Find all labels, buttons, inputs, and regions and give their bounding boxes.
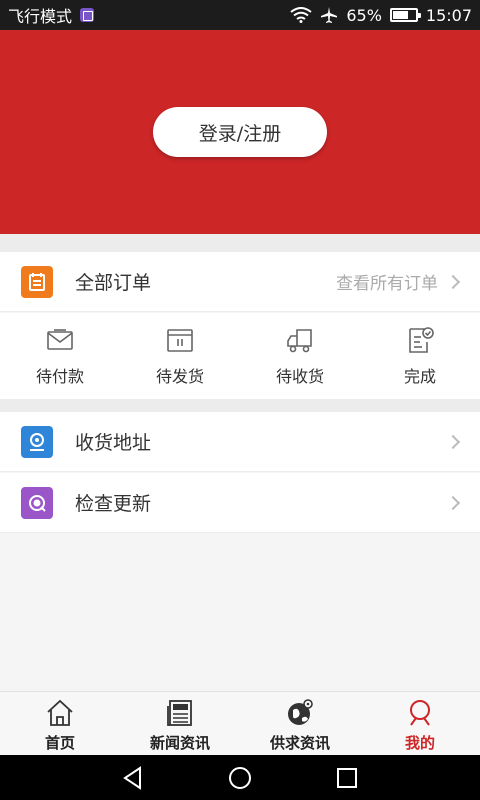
status-pending-shipment[interactable]: 待发货: [120, 313, 240, 399]
check-update-label: 检查更新: [75, 493, 152, 515]
profile-icon: [410, 700, 430, 726]
order-list-icon: [21, 265, 53, 298]
chevron-right-icon: [445, 495, 461, 510]
status-bar: 飞行模式 65% 15:07: [0, 0, 480, 30]
update-check-icon: [21, 486, 53, 519]
completed-document-icon: [409, 327, 434, 353]
tab-label: 供求资讯: [269, 734, 330, 752]
battery-icon: [389, 8, 421, 22]
bottom-tab-bar: 首页 新闻资讯 供求资讯 我的: [0, 691, 480, 755]
recent-apps-icon[interactable]: [334, 765, 360, 791]
back-icon[interactable]: [120, 765, 146, 791]
status-completed[interactable]: 完成: [360, 313, 480, 399]
address-pin-icon: [21, 425, 53, 458]
battery-percent: 65%: [346, 5, 382, 25]
tab-news[interactable]: 新闻资讯: [120, 692, 240, 755]
delivery-truck-icon: [287, 329, 312, 353]
chevron-right-icon: [445, 434, 461, 449]
address-label: 收货地址: [75, 432, 152, 454]
shipment-box-icon: [167, 329, 193, 352]
status-label: 待收货: [275, 367, 324, 386]
check-update-row[interactable]: 检查更新: [0, 473, 480, 533]
profile-header: 登录/注册: [0, 30, 480, 234]
chevron-right-icon: [445, 274, 461, 289]
tab-home[interactable]: 首页: [0, 692, 120, 755]
notification-app-icon: [80, 8, 95, 22]
wifi-icon: [290, 7, 312, 23]
airplane-mode-text: 飞行模式: [8, 7, 73, 26]
status-label: 完成: [403, 367, 436, 386]
section-divider: [0, 399, 480, 412]
section-divider: [0, 234, 480, 252]
address-row[interactable]: 收货地址: [0, 412, 480, 472]
status-label: 待发货: [155, 367, 204, 386]
home-circle-icon[interactable]: [227, 765, 253, 791]
payment-envelope-icon: [47, 329, 73, 350]
all-orders-label: 全部订单: [75, 272, 152, 294]
airplane-icon: [321, 7, 338, 23]
tab-label: 首页: [44, 734, 75, 752]
home-icon: [47, 699, 73, 726]
view-all-orders-link[interactable]: 查看所有订单: [336, 269, 438, 294]
status-pending-payment[interactable]: 待付款: [0, 313, 120, 399]
tab-supply-demand[interactable]: 供求资讯: [240, 692, 360, 755]
globe-icon: [288, 699, 313, 725]
newspaper-icon: [167, 700, 192, 726]
tab-label: 新闻资讯: [149, 734, 210, 752]
status-label: 待付款: [35, 367, 84, 386]
order-status-bar: 待付款 待发货 待收货 完成: [0, 313, 480, 399]
tab-mine[interactable]: 我的: [360, 692, 480, 755]
system-navigation-bar: [0, 755, 480, 800]
all-orders-row[interactable]: 全部订单 查看所有订单: [0, 252, 480, 312]
login-register-button[interactable]: 登录/注册: [153, 107, 327, 157]
status-pending-receipt[interactable]: 待收货: [240, 313, 360, 399]
clock-time: 15:07: [425, 5, 472, 25]
tab-label: 我的: [404, 734, 435, 752]
